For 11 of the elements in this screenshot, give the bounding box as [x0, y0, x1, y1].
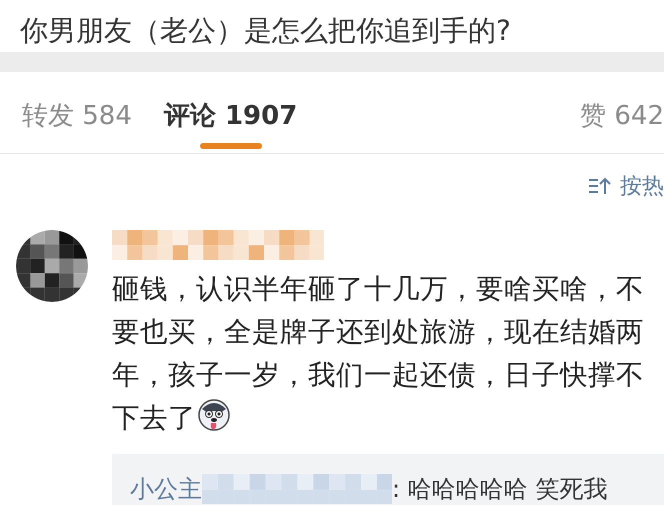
reply-text: : 哈哈哈哈哈 笑死我	[392, 474, 608, 505]
tab[interactable]: 转发 584	[22, 98, 132, 153]
sort-icon	[588, 176, 612, 196]
tab[interactable]: 评论 1907	[164, 98, 298, 153]
reply-author[interactable]: 小公主	[130, 473, 202, 505]
sort-button[interactable]: 按热	[588, 171, 664, 201]
comment-text: 砸钱，认识半年砸了十几万，要啥买啥，不要也买，全是牌子还到处旅游，现在结婚两年，孩子一岁，我们一起还债，日子快撑不下去了	[112, 272, 645, 436]
post-title: 你男朋友（老公）是怎么把你追到手的?	[19, 13, 512, 49]
blurred-avatar	[16, 230, 88, 302]
tab[interactable]: 赞 642	[580, 98, 664, 153]
dog-emoji-icon	[198, 399, 230, 431]
